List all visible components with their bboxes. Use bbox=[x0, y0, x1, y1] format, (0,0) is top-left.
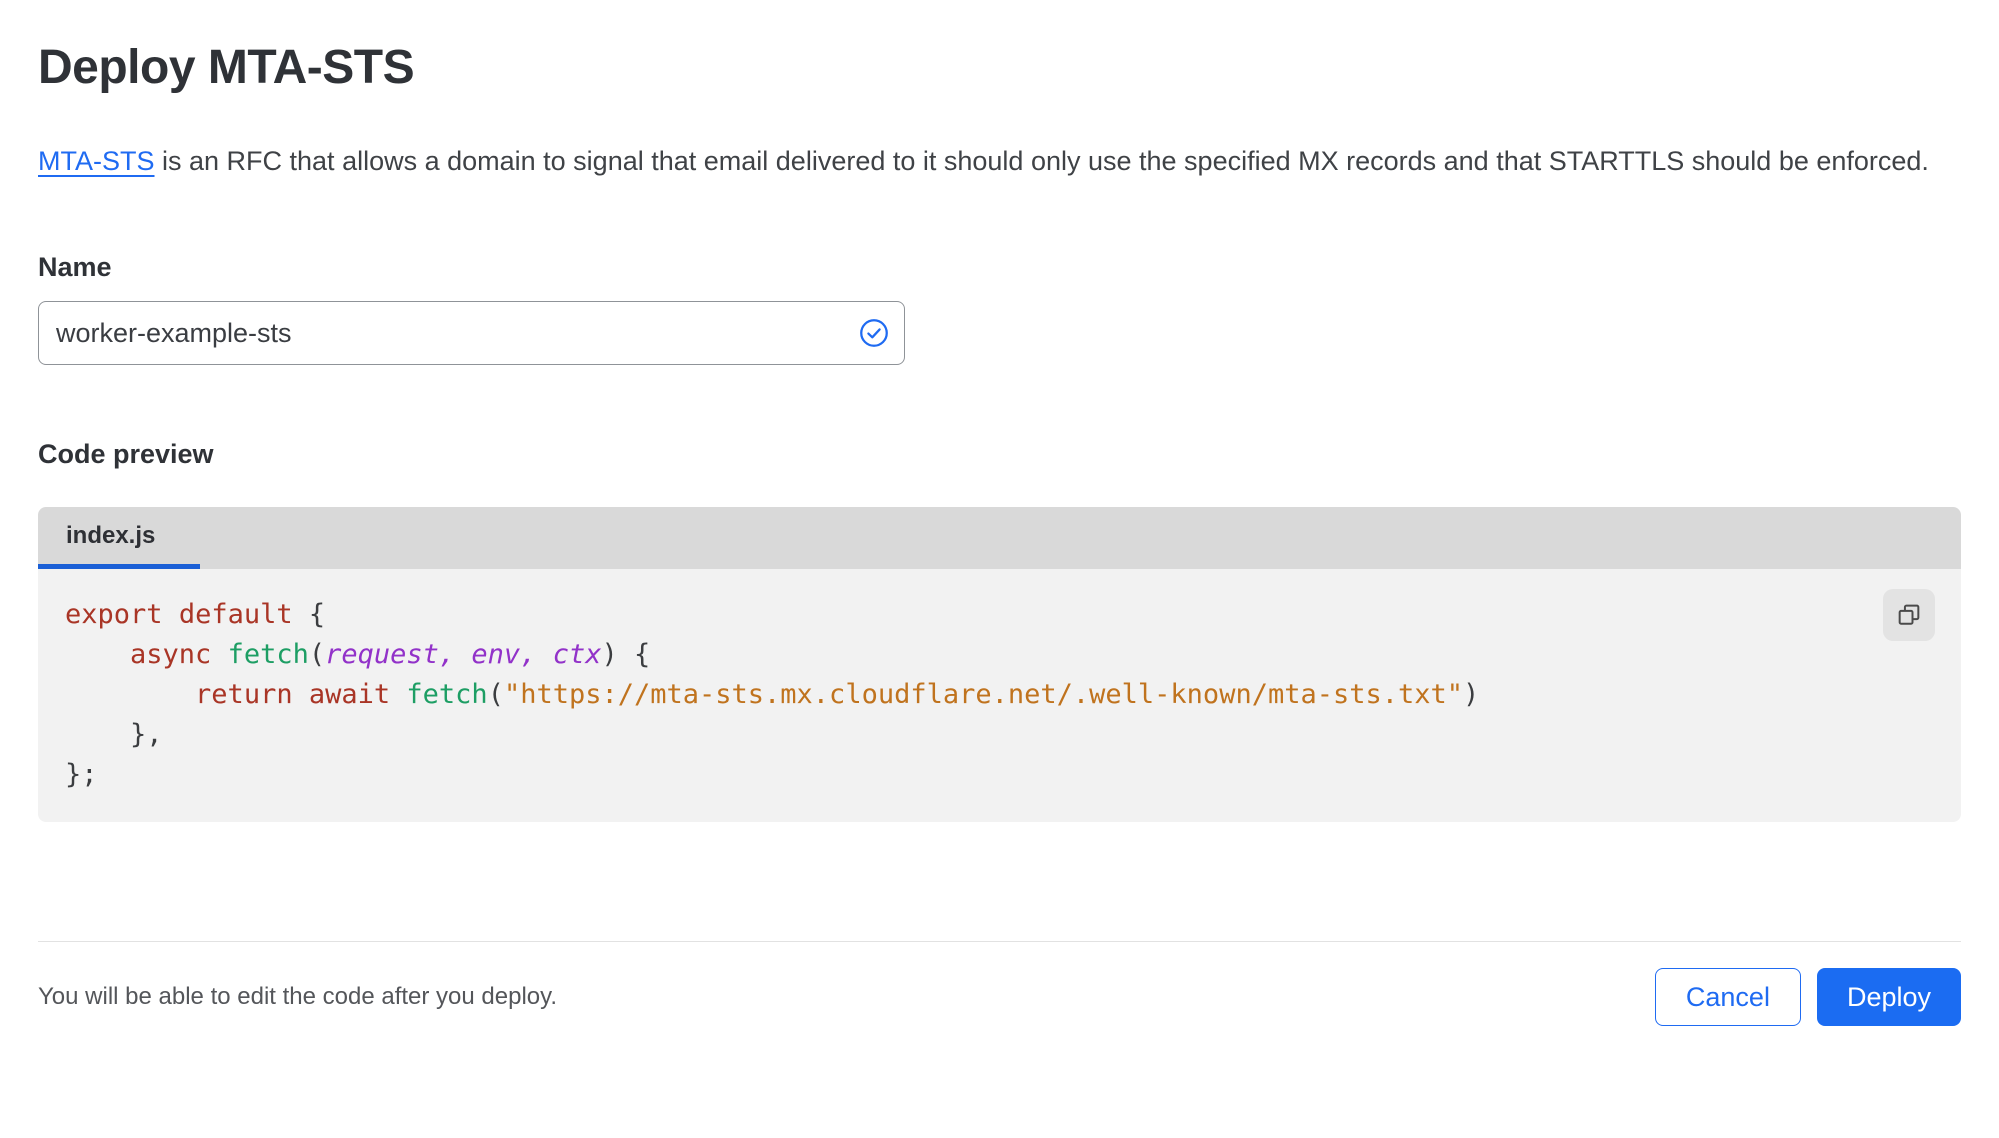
deploy-mta-sts-page: Deploy MTA-STS MTA-STS is an RFC that al… bbox=[0, 0, 1999, 1138]
description-text: is an RFC that allows a domain to signal… bbox=[154, 146, 1929, 176]
tab-index-js[interactable]: index.js bbox=[38, 507, 200, 569]
footer-buttons: Cancel Deploy bbox=[1654, 968, 1961, 1026]
tab-label: index.js bbox=[66, 521, 156, 549]
copy-code-button[interactable] bbox=[1883, 589, 1935, 641]
cancel-button[interactable]: Cancel bbox=[1654, 968, 1801, 1026]
deploy-button[interactable]: Deploy bbox=[1816, 968, 1961, 1026]
code-body: export default { async fetch(request, en… bbox=[38, 569, 1961, 822]
code-line: return await fetch("https://mta-sts.mx.c… bbox=[195, 679, 1480, 710]
code-line: }, bbox=[65, 719, 163, 750]
name-input[interactable] bbox=[38, 301, 905, 365]
code-editor: index.js export default { async fetch(re… bbox=[38, 507, 1961, 822]
name-input-wrapper bbox=[38, 301, 905, 365]
code-line: async fetch(request, env, ctx) { bbox=[130, 639, 651, 670]
name-label: Name bbox=[38, 252, 112, 282]
page-title: Deploy MTA-STS bbox=[38, 41, 415, 94]
copy-icon bbox=[1898, 604, 1920, 625]
code-content: export default { async fetch(request, en… bbox=[65, 595, 1961, 795]
footer-note: You will be able to edit the code after … bbox=[38, 983, 558, 1010]
code-line: export default { bbox=[65, 599, 326, 630]
footer: You will be able to edit the code after … bbox=[38, 942, 1961, 1026]
mta-sts-link[interactable]: MTA-STS bbox=[38, 146, 155, 176]
code-tab-bar: index.js bbox=[38, 507, 1961, 569]
code-preview-label: Code preview bbox=[38, 439, 214, 469]
code-line: }; bbox=[65, 759, 98, 790]
description: MTA-STS is an RFC that allows a domain t… bbox=[38, 139, 1961, 184]
